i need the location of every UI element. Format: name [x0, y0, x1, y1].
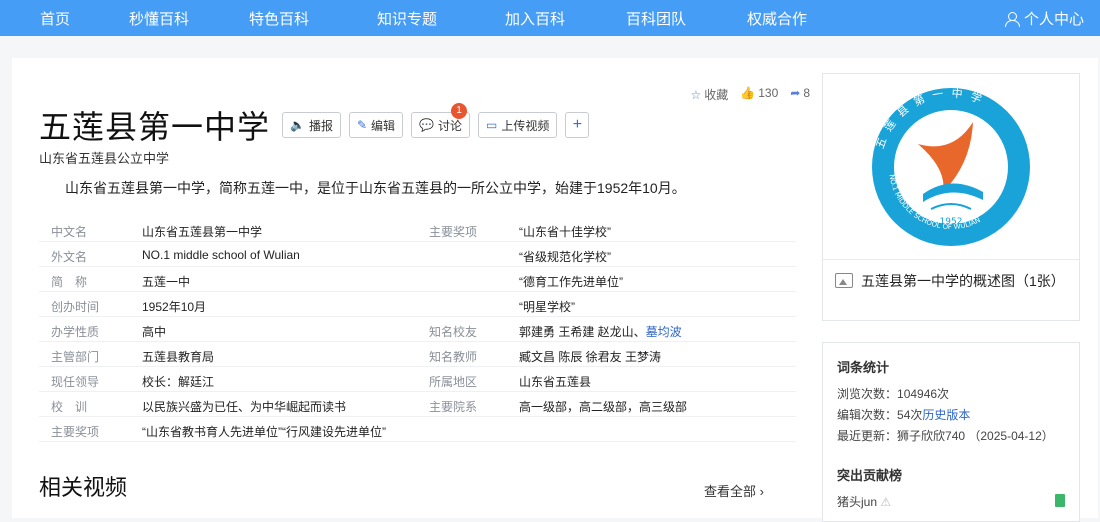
alumni-link[interactable]: 墓均波	[646, 325, 682, 339]
school-logo[interactable]: 五 莲 县 第 一 中 学 NO.1 MIDDLE SCHOOL OF WULI…	[823, 74, 1079, 260]
nav-join[interactable]: 加入百科	[505, 8, 565, 29]
user-icon	[1004, 11, 1020, 27]
info-label: 创办时间	[51, 300, 100, 314]
info-label: 外文名	[51, 250, 88, 264]
info-label: 主要奖项	[429, 225, 478, 239]
info-value: 五莲县教育局	[142, 350, 215, 364]
nav-miaodong[interactable]: 秒懂百科	[129, 8, 189, 29]
info-value: “山东省教书育人先进单位”“行风建设先进单位”	[142, 425, 386, 439]
info-label: 现任领导	[51, 375, 100, 389]
info-value: “明星学校”	[519, 300, 575, 314]
discuss-badge: 1	[451, 103, 468, 119]
chevron-right-icon: ›	[759, 484, 764, 499]
info-label: 知名教师	[429, 350, 478, 364]
nav-home[interactable]: 首页	[40, 8, 70, 29]
svg-text:1952: 1952	[940, 217, 963, 227]
info-value: “德育工作先进单位”	[519, 275, 623, 289]
info-row: 主管部门 五莲县教育局 知名教师 臧文昌 陈辰 徐君友 王梦涛	[39, 342, 796, 367]
contrib-title: 突出贡献榜	[837, 468, 903, 483]
thumbs-up-icon: 👍	[740, 86, 756, 100]
views-line: 浏览次数：104946次	[837, 387, 950, 401]
info-value: 五莲一中	[142, 275, 191, 289]
favorite-button[interactable]: ☆ 收藏	[690, 86, 728, 103]
main-content: ☆ 收藏 👍 130 ➦ 8 五莲县第一中学 🔈 播报 ✎ 编辑 💬 讨论 1 ▭ 上…	[12, 58, 1098, 522]
info-row: 办学性质 高中 知名校友 郭建勇 王希建 赵龙山、墓均波	[39, 317, 796, 342]
updated-line: 最近更新：狮子欣欣740 （2025-04-12）	[837, 429, 1054, 443]
info-label: 校 训	[51, 400, 88, 414]
user-center-link[interactable]: 个人中心	[1004, 8, 1084, 29]
info-value: 高一级部，高二级部，高三级部	[519, 400, 688, 414]
info-label: 所属地区	[429, 375, 478, 389]
info-table: 中文名 山东省五莲县第一中学 主要奖项 “山东省十佳学校” 外文名 NO.1 m…	[39, 217, 796, 442]
speaker-icon: 🔈	[290, 118, 305, 132]
info-row: 中文名 山东省五莲县第一中学 主要奖项 “山东省十佳学校”	[39, 217, 796, 242]
info-row: 外文名 NO.1 middle school of Wulian “省级规范化学…	[39, 242, 796, 267]
info-row: 创办时间 1952年10月 “明星学校”	[39, 292, 796, 317]
discuss-button[interactable]: 💬 讨论 1	[411, 103, 471, 138]
info-value: 以民族兴盛为已任、为中华崛起而读书	[142, 400, 347, 414]
info-label: 简 称	[51, 275, 88, 289]
nav-team[interactable]: 百科团队	[626, 8, 686, 29]
info-label: 中文名	[51, 225, 88, 239]
info-label: 主管部门	[51, 350, 100, 364]
info-row: 校 训 以民族兴盛为已任、为中华崛起而读书 主要院系 高一级部，高二级部，高三级…	[39, 392, 796, 417]
entry-stats: ☆ 收藏 👍 130 ➦ 8	[690, 86, 810, 103]
user-center-label: 个人中心	[1023, 11, 1084, 28]
info-value: 臧文昌 陈辰 徐君友 王梦涛	[519, 350, 662, 364]
info-value: NO.1 middle school of Wulian	[142, 248, 300, 262]
info-label: 知名校友	[429, 325, 478, 339]
info-value: 山东省五莲县第一中学	[142, 225, 263, 239]
related-videos-title: 相关视频	[39, 475, 128, 500]
info-row: 现任领导 校长：解廷江 所属地区 山东省五莲县	[39, 367, 796, 392]
info-value: “省级规范化学校”	[519, 250, 611, 264]
image-icon	[835, 273, 853, 288]
nav-featured[interactable]: 特色百科	[249, 8, 309, 29]
contributor-item[interactable]: 猪头jun ⚠	[837, 493, 891, 510]
info-value: “山东省十佳学校”	[519, 225, 611, 239]
pencil-icon: ✎	[356, 118, 368, 132]
info-value: 高中	[142, 325, 167, 339]
summary-image-card[interactable]: 五 莲 县 第 一 中 学 NO.1 MIDDLE SCHOOL OF WULI…	[822, 73, 1080, 321]
info-label: 主要院系	[429, 400, 478, 414]
share-button[interactable]: ➦ 8	[790, 86, 810, 103]
info-row: 主要奖项 “山东省教书育人先进单位”“行风建设先进单位”	[39, 417, 796, 442]
share-icon: ➦	[790, 86, 801, 100]
edit-button[interactable]: ✎ 编辑	[348, 112, 404, 138]
bookmark-icon	[1055, 494, 1065, 507]
video-icon: ▭	[486, 118, 498, 132]
info-value: 校长：解廷江	[142, 375, 215, 389]
title-row: 五莲县第一中学 🔈 播报 ✎ 编辑 💬 讨论 1 ▭ 上传视频 +	[39, 102, 590, 148]
history-version-link[interactable]: 历史版本	[922, 408, 970, 422]
star-icon: ☆	[690, 88, 702, 102]
image-caption[interactable]: 五莲县第一中学的概述图（1张）	[835, 270, 1067, 292]
view-all-link[interactable]: 查看全部 ›	[704, 481, 764, 500]
nav-cooperation[interactable]: 权威合作	[747, 8, 807, 29]
top-nav: 首页 秒懂百科 特色百科 知识专题 加入百科 百科团队 权威合作 个人中心	[0, 0, 1100, 36]
info-value: 山东省五莲县	[519, 375, 592, 389]
like-button[interactable]: 👍 130	[740, 86, 778, 103]
nav-topics[interactable]: 知识专题	[377, 8, 437, 29]
info-value: 1952年10月	[142, 300, 207, 314]
entry-stats-card: 词条统计 浏览次数：104946次 编辑次数：54次历史版本 最近更新：狮子欣欣…	[822, 342, 1080, 522]
edits-line: 编辑次数：54次历史版本	[837, 408, 971, 422]
stats-title: 词条统计	[837, 360, 890, 375]
entry-summary: 山东省五莲县第一中学，简称五莲一中，是位于山东省五莲县的一所公立中学，始建于19…	[65, 180, 686, 196]
add-button[interactable]: +	[565, 112, 590, 138]
play-button[interactable]: 🔈 播报	[282, 112, 341, 138]
info-row: 简 称 五莲一中 “德育工作先进单位”	[39, 267, 796, 292]
upload-video-button[interactable]: ▭ 上传视频	[478, 112, 558, 138]
entry-subtitle: 山东省五莲县公立中学	[39, 151, 170, 166]
info-label: 主要奖项	[51, 425, 100, 439]
info-label: 办学性质	[51, 325, 100, 339]
comment-icon: 💬	[419, 118, 435, 132]
info-value: 郭建勇 王希建 赵龙山、墓均波	[519, 325, 682, 339]
page-title: 五莲县第一中学	[39, 109, 271, 145]
